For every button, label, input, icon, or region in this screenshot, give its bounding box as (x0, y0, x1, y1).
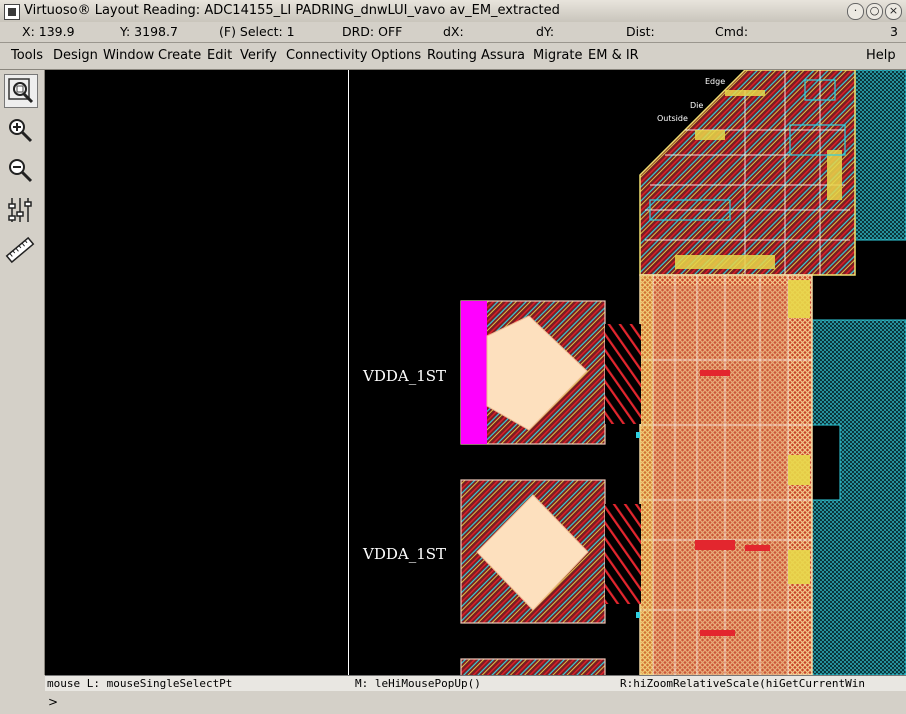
maximize-icon[interactable]: ○ (866, 3, 883, 20)
zoom-in-icon[interactable] (4, 114, 38, 148)
mouse-bindings-bar: mouse L: mouseSingleSelectPt M: leHiMous… (45, 675, 906, 692)
cyan-region-top (854, 70, 906, 241)
select-count: (F) Select: 1 (219, 24, 295, 39)
x-coordinate: X: 139.9 (22, 24, 75, 39)
mouse-middle-binding: M: leHiMousePopUp() (355, 677, 481, 690)
bond-pad-3[interactable] (460, 658, 606, 675)
mouse-right-binding: R:hiZoomRelativeScale(hiGetCurrentWin (620, 677, 866, 690)
corner-label-die: Die (690, 101, 703, 110)
stretch-icon[interactable] (4, 194, 38, 228)
title-bar: Virtuoso® Layout Reading: ADC14155_LI PA… (0, 0, 906, 23)
dy-readout: dY: (536, 24, 555, 39)
bond-pad-1[interactable] (460, 300, 641, 445)
dx-readout: dX: (443, 24, 464, 39)
cyan-notch (812, 424, 841, 501)
minimize-icon[interactable]: · (847, 3, 864, 20)
app-icon[interactable] (4, 4, 20, 20)
corner-cell (639, 70, 856, 276)
zoom-out-icon[interactable] (4, 154, 38, 188)
prompt-symbol: > (48, 695, 59, 709)
menu-edit[interactable]: Edit (207, 48, 232, 63)
menu-bar: Tools Design Window Create Edit Verify C… (0, 43, 906, 70)
menu-migrate[interactable]: Migrate (533, 48, 583, 63)
menu-routing[interactable]: Routing (427, 48, 477, 63)
close-icon[interactable]: × (885, 3, 902, 20)
menu-em-ir[interactable]: EM & IR (588, 48, 639, 63)
menu-help[interactable]: Help (866, 48, 896, 63)
menu-verify[interactable]: Verify (240, 48, 277, 63)
bond-pad-2[interactable] (460, 479, 641, 624)
mouse-left-binding: mouse L: mouseSingleSelectPt (47, 677, 233, 690)
menu-design[interactable]: Design (53, 48, 98, 63)
drd-status: DRD: OFF (342, 24, 403, 39)
layout-drawing: Edge Die Outside VDDA_1ST VDDA_1ST (348, 70, 906, 675)
cmd-readout: Cmd: (715, 24, 749, 39)
y-coordinate: Y: 3198.7 (120, 24, 178, 39)
pad-label-1: VDDA_1ST (362, 367, 446, 385)
pad-label-2: VDDA_1ST (362, 545, 446, 563)
window-number: 3 (890, 24, 898, 39)
dist-readout: Dist: (626, 24, 655, 39)
corner-label-outside: Outside (657, 114, 688, 123)
command-prompt[interactable]: > (45, 691, 906, 714)
menu-create[interactable]: Create (158, 48, 201, 63)
icon-toolbar (0, 70, 45, 675)
layout-canvas[interactable]: Edge Die Outside VDDA_1ST VDDA_1ST (45, 70, 906, 675)
menu-assura[interactable]: Assura (481, 48, 525, 63)
corner-label-edge: Edge (705, 77, 725, 86)
menu-connectivity[interactable]: Connectivity (286, 48, 367, 63)
window-title: Virtuoso® Layout Reading: ADC14155_LI PA… (24, 3, 560, 18)
pad-ring-core (653, 285, 788, 675)
menu-options[interactable]: Options (371, 48, 421, 63)
coordinate-status-bar: X: 139.9 Y: 3198.7 (F) Select: 1 DRD: OF… (0, 22, 906, 43)
menu-tools[interactable]: Tools (11, 48, 43, 63)
ruler-icon[interactable] (4, 234, 38, 268)
zoom-fit-icon[interactable] (4, 74, 38, 108)
menu-window[interactable]: Window (103, 48, 154, 63)
